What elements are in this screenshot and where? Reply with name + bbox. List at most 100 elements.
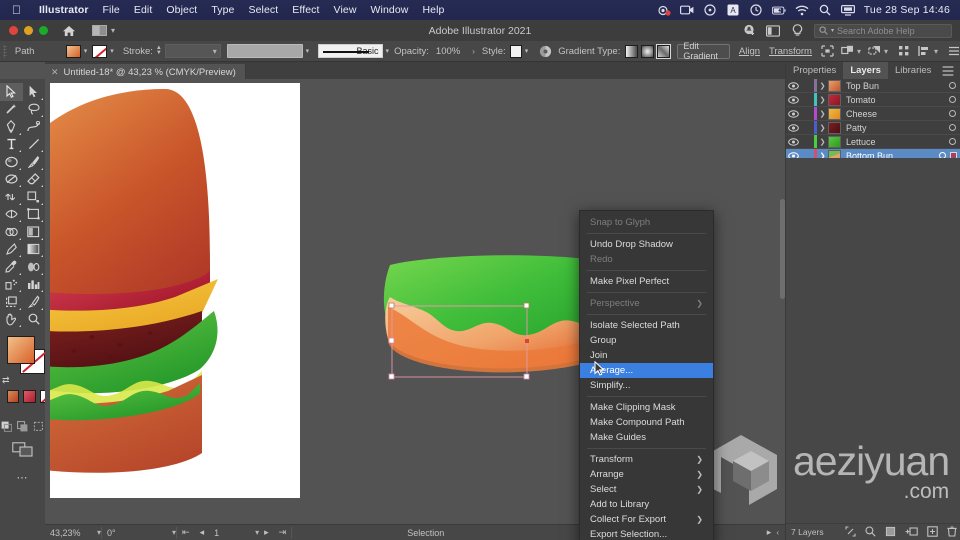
color-swatch-button[interactable] <box>7 390 20 403</box>
perspective-grid-tool[interactable] <box>23 223 46 241</box>
visibility-eye-icon[interactable] <box>786 123 801 132</box>
fill-swatch[interactable] <box>65 44 81 58</box>
menu-item-type[interactable]: Type <box>204 4 241 16</box>
close-tab-icon[interactable]: ✕ <box>51 67 59 78</box>
lasso-tool[interactable] <box>23 101 46 119</box>
stroke-dropdown-caret[interactable]: ▾ <box>110 47 114 55</box>
previous-artboard-icon[interactable]: ◂ <box>195 525 210 540</box>
next-artboard-icon[interactable]: ▸ <box>259 525 274 540</box>
ctx-isolate-selected-path[interactable]: Isolate Selected Path <box>580 318 713 333</box>
draw-normal-icon[interactable] <box>1 421 12 432</box>
swap-fill-stroke-icon[interactable]: ⇄ <box>2 375 10 386</box>
slice-tool[interactable] <box>23 293 46 311</box>
gradient-freeform-icon[interactable] <box>656 43 672 59</box>
layer-row-lettuce[interactable]: ❯ Lettuce <box>786 135 960 149</box>
ctx-export-selection[interactable]: Export Selection... <box>580 527 713 540</box>
maximize-window-button[interactable] <box>39 26 48 35</box>
opacity-expand-icon[interactable]: › <box>472 47 475 56</box>
visibility-eye-icon[interactable] <box>786 81 801 90</box>
ctx-group[interactable]: Group <box>580 333 713 348</box>
blend-tool[interactable] <box>23 258 46 276</box>
group-arrange-icon[interactable] <box>841 44 854 58</box>
tab-libraries[interactable]: Libraries <box>888 62 938 79</box>
magic-wand-tool[interactable] <box>0 101 23 119</box>
target-indicator[interactable] <box>944 96 960 103</box>
cloud-sync-icon[interactable] <box>742 24 756 37</box>
align-button[interactable]: Align <box>739 46 760 57</box>
shape-builder-tool[interactable] <box>0 223 23 241</box>
locate-object-icon[interactable] <box>845 525 856 539</box>
scale-tool[interactable] <box>23 188 46 206</box>
menu-item-object[interactable]: Object <box>159 4 204 16</box>
layer-name[interactable]: Cheese <box>846 109 944 119</box>
fill-color-swatch[interactable] <box>7 336 35 364</box>
layer-name[interactable]: Patty <box>846 123 944 133</box>
create-new-sublayer-icon[interactable] <box>905 526 918 539</box>
stroke-profile-input[interactable] <box>226 44 303 58</box>
status-expand-caret[interactable]: ‹ <box>776 528 779 537</box>
mask-icon[interactable] <box>868 44 881 58</box>
eraser-tool[interactable] <box>23 171 46 189</box>
menu-item-help[interactable]: Help <box>415 4 451 16</box>
stroke-profile-caret[interactable]: ▾ <box>306 47 310 55</box>
battery-charging-icon[interactable] <box>771 4 786 17</box>
brush-definition-input[interactable]: Basic <box>318 44 383 58</box>
fill-dropdown-caret[interactable]: ▾ <box>84 47 88 55</box>
direct-selection-tool[interactable] <box>23 83 46 101</box>
zoom-tool[interactable] <box>23 311 46 329</box>
expand-layer-icon[interactable]: ❯ <box>817 96 828 104</box>
target-indicator[interactable] <box>944 110 960 117</box>
gradient-radial-icon[interactable] <box>641 44 655 58</box>
panel-menu-icon[interactable] <box>942 62 960 79</box>
align-caret[interactable]: ▾ <box>934 47 938 56</box>
menu-item-view[interactable]: View <box>327 4 364 16</box>
layer-row-tomato[interactable]: ❯ Tomato <box>786 93 960 107</box>
screen-record-icon[interactable] <box>679 4 694 17</box>
target-indicator[interactable] <box>944 124 960 131</box>
ctx-make-pixel-perfect[interactable]: Make Pixel Perfect <box>580 274 713 289</box>
ctx-redo[interactable]: Redo <box>580 252 713 267</box>
ctx-snap-to-glyph[interactable]: Snap to Glyph <box>580 215 713 230</box>
mask-caret[interactable]: ▾ <box>884 47 888 56</box>
ctx-make-clipping-mask[interactable]: Make Clipping Mask <box>580 400 713 415</box>
arrange-caret[interactable]: ▾ <box>857 47 861 56</box>
line-segment-tool[interactable] <box>23 136 46 154</box>
graphic-style-swatch[interactable] <box>509 44 522 58</box>
transform-button[interactable]: Transform <box>769 46 812 57</box>
search-input[interactable]: ▾ Search Adobe Help <box>814 23 952 38</box>
menu-item-file[interactable]: File <box>96 4 127 16</box>
mesh-tool[interactable] <box>0 241 23 259</box>
selection-tool[interactable] <box>0 83 23 101</box>
search-layer-icon[interactable] <box>865 525 876 539</box>
stroke-swatch-none[interactable] <box>92 44 108 58</box>
control-bar-grip[interactable] <box>3 44 7 58</box>
draw-inside-icon[interactable] <box>33 421 44 432</box>
minimize-window-button[interactable] <box>24 26 33 35</box>
stroke-weight-stepper[interactable]: ▲ ▼ <box>156 45 162 56</box>
search-dropdown-caret[interactable]: ▾ <box>831 27 834 34</box>
spotlight-search-icon[interactable] <box>818 4 832 17</box>
isolate-icon[interactable] <box>821 44 834 58</box>
layer-row-top-bun[interactable]: ❯ Top Bun <box>786 79 960 93</box>
free-transform-tool[interactable] <box>23 206 46 224</box>
wifi-icon[interactable] <box>795 4 809 17</box>
opacity-value[interactable]: 100% <box>436 46 465 57</box>
ctx-make-compound-path[interactable]: Make Compound Path <box>580 415 713 430</box>
ellipse-tool[interactable] <box>0 153 23 171</box>
ctx-add-to-library[interactable]: Add to Library <box>580 497 713 512</box>
menu-item-select[interactable]: Select <box>241 4 285 16</box>
artboard-tool[interactable] <box>0 293 23 311</box>
menu-item-edit[interactable]: Edit <box>127 4 160 16</box>
column-graph-tool[interactable] <box>23 276 46 294</box>
arrange-documents-icon[interactable]: ▾ <box>92 25 115 36</box>
align-icon[interactable] <box>918 44 930 58</box>
timemachine-icon[interactable] <box>703 4 717 17</box>
change-screen-mode-icon[interactable] <box>0 442 45 457</box>
type-tool[interactable] <box>0 136 23 154</box>
stroke-weight-caret[interactable]: ▾ <box>213 47 217 56</box>
ctx-undo-drop-shadow[interactable]: Undo Drop Shadow <box>580 237 713 252</box>
clock-icon[interactable] <box>749 4 763 17</box>
draw-behind-icon[interactable] <box>17 421 28 432</box>
recolor-artwork-icon[interactable] <box>539 44 552 58</box>
tool-status-label[interactable]: Selection <box>402 525 449 540</box>
